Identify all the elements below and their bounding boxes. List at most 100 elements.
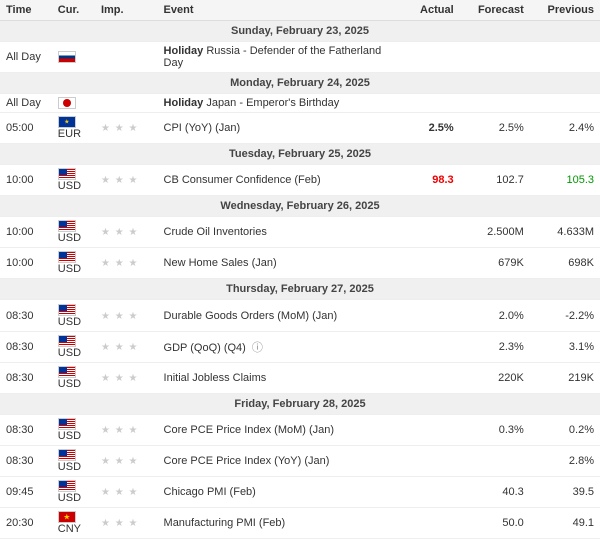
cell-actual <box>395 508 460 539</box>
flag-icon <box>58 116 76 128</box>
event-detail: Japan - Emperor's Birthday <box>203 97 339 109</box>
cell-time: 08:30 <box>0 362 52 393</box>
flag-icon <box>58 220 76 232</box>
cell-actual <box>395 300 460 331</box>
event-info-icon: ⓘ <box>249 342 263 354</box>
day-header-label: Tuesday, February 25, 2025 <box>0 144 600 165</box>
table-header-row: Time Cur. Imp. Event Actual Forecast Pre… <box>0 0 600 21</box>
currency-label: USD <box>58 180 81 192</box>
cell-forecast: 2.3% <box>460 331 530 362</box>
cell-currency: USD <box>52 476 95 507</box>
day-header-label: Wednesday, February 26, 2025 <box>0 196 600 217</box>
flag-icon <box>58 511 76 523</box>
table-row: 08:30 USD★ ★ ★Core PCE Price Index (YoY)… <box>0 445 600 476</box>
cell-time: 10:00 <box>0 165 52 196</box>
cell-previous: 49.1 <box>530 508 600 539</box>
cell-currency: USD <box>52 445 95 476</box>
cell-previous: 219K <box>530 362 600 393</box>
cell-previous: 4.633M <box>530 217 600 248</box>
flag-icon <box>58 251 76 263</box>
table-row: 10:00 USD★ ★ ★Crude Oil Inventories2.500… <box>0 217 600 248</box>
importance-stars: ★ ★ ★ <box>101 425 138 436</box>
currency-label: USD <box>58 316 81 328</box>
cell-actual <box>395 362 460 393</box>
cell-previous: 105.3 <box>530 165 600 196</box>
cell-currency: USD <box>52 300 95 331</box>
cell-importance: ★ ★ ★ <box>95 331 158 362</box>
cell-event: New Home Sales (Jan) <box>158 248 395 279</box>
cell-forecast: 50.0 <box>460 508 530 539</box>
previous-value: 3.1% <box>569 341 594 353</box>
importance-stars: ★ ★ ★ <box>101 123 138 134</box>
cell-event: Holiday Russia - Defender of the Fatherl… <box>158 42 395 73</box>
previous-value: 49.1 <box>573 517 594 529</box>
cell-event: GDP (QoQ) (Q4) ⓘ <box>158 331 395 362</box>
cell-event: Holiday Japan - Emperor's Birthday <box>158 94 395 113</box>
cell-time: 20:30 <box>0 508 52 539</box>
cell-time: 08:30 <box>0 414 52 445</box>
cell-currency: USD <box>52 248 95 279</box>
cell-importance: ★ ★ ★ <box>95 300 158 331</box>
previous-value: 698K <box>568 257 594 269</box>
cell-time: All Day <box>0 94 52 113</box>
actual-value: 2.5% <box>429 122 454 134</box>
importance-stars: ★ ★ ★ <box>101 227 138 238</box>
table-row: 08:30 USD★ ★ ★GDP (QoQ) (Q4) ⓘ2.3%3.1% <box>0 331 600 362</box>
header-actual: Actual <box>395 0 460 21</box>
currency-label: CNY <box>58 523 81 535</box>
day-header-row: Thursday, February 27, 2025 <box>0 279 600 300</box>
cell-importance: ★ ★ ★ <box>95 508 158 539</box>
cell-time: 10:00 <box>0 248 52 279</box>
cell-actual: 2.5% <box>395 113 460 144</box>
cell-time: 10:00 <box>0 217 52 248</box>
cell-previous: 39.5 <box>530 476 600 507</box>
cell-importance: ★ ★ ★ <box>95 217 158 248</box>
day-header-row: Monday, February 24, 2025 <box>0 73 600 94</box>
cell-forecast: 40.3 <box>460 476 530 507</box>
cell-currency: USD <box>52 362 95 393</box>
table-row: 08:30 USD★ ★ ★Core PCE Price Index (MoM)… <box>0 414 600 445</box>
cell-importance: ★ ★ ★ <box>95 248 158 279</box>
cell-event: Core PCE Price Index (YoY) (Jan) <box>158 445 395 476</box>
cell-currency: CNY <box>52 508 95 539</box>
flag-icon <box>58 366 76 378</box>
cell-previous: -2.2% <box>530 300 600 331</box>
flag-icon <box>58 168 76 180</box>
currency-label: USD <box>58 461 81 473</box>
cell-time: All Day <box>0 42 52 73</box>
cell-currency: EUR <box>52 113 95 144</box>
previous-value: 4.633M <box>557 226 594 238</box>
previous-value: -2.2% <box>565 310 594 322</box>
table-row: 08:30 USD★ ★ ★Initial Jobless Claims220K… <box>0 362 600 393</box>
previous-value: 39.5 <box>573 486 594 498</box>
cell-event: Durable Goods Orders (MoM) (Jan) <box>158 300 395 331</box>
header-forecast: Forecast <box>460 0 530 21</box>
cell-time: 08:30 <box>0 300 52 331</box>
event-label-bold: Holiday <box>164 45 204 57</box>
cell-previous: 0.2% <box>530 414 600 445</box>
cell-actual <box>395 217 460 248</box>
day-header-row: Wednesday, February 26, 2025 <box>0 196 600 217</box>
cell-time: 08:30 <box>0 445 52 476</box>
cell-forecast: 220K <box>460 362 530 393</box>
cell-forecast: 679K <box>460 248 530 279</box>
table-row: 09:45 USD★ ★ ★Chicago PMI (Feb)40.339.5 <box>0 476 600 507</box>
cell-forecast <box>460 42 530 73</box>
currency-label: USD <box>58 232 81 244</box>
previous-value: 2.4% <box>569 122 594 134</box>
header-cur: Cur. <box>52 0 95 21</box>
day-header-row: Sunday, February 23, 2025 <box>0 21 600 42</box>
day-header-label: Monday, February 24, 2025 <box>0 73 600 94</box>
cell-importance <box>95 42 158 73</box>
cell-actual <box>395 42 460 73</box>
cell-importance: ★ ★ ★ <box>95 362 158 393</box>
cell-time: 09:45 <box>0 476 52 507</box>
currency-label: USD <box>58 263 81 275</box>
flag-icon <box>58 449 76 461</box>
cell-previous <box>530 42 600 73</box>
flag-icon <box>58 51 76 63</box>
cell-forecast: 102.7 <box>460 165 530 196</box>
cell-importance: ★ ★ ★ <box>95 113 158 144</box>
importance-stars: ★ ★ ★ <box>101 258 138 269</box>
currency-label: USD <box>58 430 81 442</box>
